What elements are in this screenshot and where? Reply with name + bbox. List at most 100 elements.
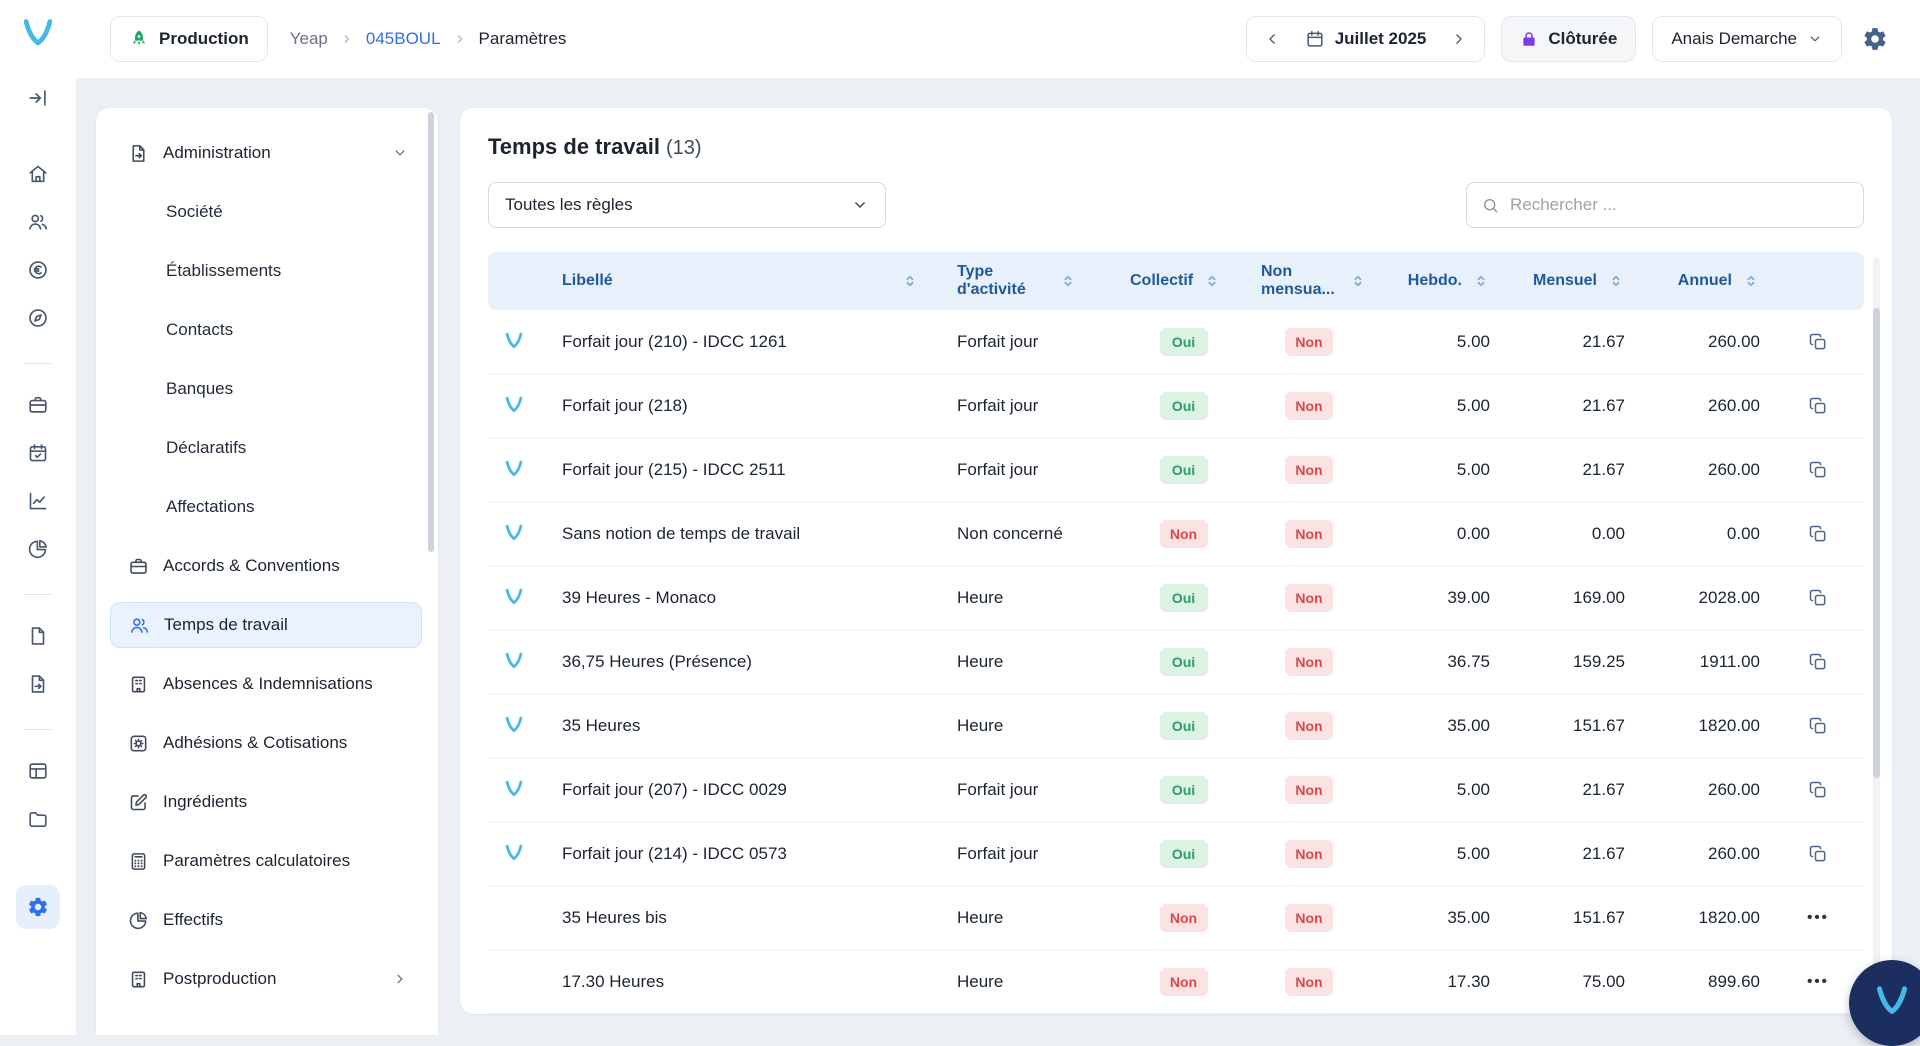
- rail-item-calendar-check-icon[interactable]: [16, 431, 60, 475]
- sidebar-item[interactable]: Postproduction: [110, 956, 422, 1002]
- row-collectif: Oui: [1116, 583, 1251, 612]
- rail-item-users-icon[interactable]: [16, 200, 60, 244]
- table-row[interactable]: Forfait jour (215) - IDCC 2511 Forfait jo…: [488, 438, 1864, 502]
- copy-button[interactable]: [1802, 518, 1834, 550]
- column-header-annuel[interactable]: Annuel: [1637, 272, 1772, 290]
- status-badge[interactable]: Clôturée: [1501, 16, 1637, 62]
- rail-item-compass-icon[interactable]: [16, 296, 60, 340]
- row-annuel: 260.00: [1708, 779, 1760, 799]
- row-type: Heure: [957, 587, 1004, 607]
- previous-period-button[interactable]: [1259, 26, 1285, 52]
- rail-item-pie-chart-icon[interactable]: [16, 527, 60, 571]
- sort-icon[interactable]: [901, 272, 919, 290]
- table-row[interactable]: 35 Heures bis Heure Non Non 35.00 151.67 1820.…: [488, 886, 1864, 950]
- rules-filter-select[interactable]: Toutes les règles: [488, 182, 886, 228]
- sidebar-subitem[interactable]: Banques: [110, 366, 422, 412]
- copy-button[interactable]: [1802, 454, 1834, 486]
- sidebar-item-label: Paramètres calculatoires: [163, 851, 351, 870]
- main-panel: Temps de travail(13) Toutes les règles L…: [460, 108, 1892, 1014]
- copy-button[interactable]: [1802, 838, 1834, 870]
- next-period-button[interactable]: [1446, 26, 1472, 52]
- rail-item-settings-icon[interactable]: [16, 885, 60, 929]
- search-input[interactable]: [1510, 195, 1849, 215]
- copy-button[interactable]: [1802, 582, 1834, 614]
- rail-item-document-icon[interactable]: [16, 614, 60, 658]
- more-actions-button[interactable]: •••: [1801, 967, 1835, 996]
- sidebar-item[interactable]: Effectifs: [110, 897, 422, 943]
- sidebar-item[interactable]: Adhésions & Cotisations: [110, 720, 422, 766]
- more-actions-button[interactable]: •••: [1801, 903, 1835, 932]
- breadcrumb-client[interactable]: 045BOUL: [366, 29, 441, 49]
- period-display[interactable]: Juillet 2025: [1299, 29, 1433, 49]
- rail-item-briefcase-icon[interactable]: [16, 383, 60, 427]
- table-row[interactable]: 36,75 Heures (Présence) Heure Oui Non 36.75 1…: [488, 630, 1864, 694]
- copy-button[interactable]: [1802, 646, 1834, 678]
- badge-oui: Oui: [1159, 455, 1208, 484]
- rail-item-home-icon[interactable]: [16, 152, 60, 196]
- rail-item-document-export-icon[interactable]: [16, 662, 60, 706]
- rail-item-chart-line-icon[interactable]: [16, 479, 60, 523]
- chevron-right-icon: [340, 32, 354, 46]
- column-header-libelle[interactable]: Libellé: [488, 272, 945, 290]
- gear-box-icon: [128, 733, 149, 754]
- sort-icon[interactable]: [1059, 272, 1077, 290]
- copy-button[interactable]: [1802, 326, 1834, 358]
- table-row[interactable]: Forfait jour (207) - IDCC 0029 Forfait jo…: [488, 758, 1864, 822]
- sidebar-item[interactable]: Accords & Conventions: [110, 543, 422, 589]
- breadcrumb-root[interactable]: Yeap: [290, 29, 328, 49]
- table-row[interactable]: Sans notion de temps de travail Non conce…: [488, 502, 1864, 566]
- column-header-non-mensualise[interactable]: Non mensua...: [1251, 263, 1367, 300]
- rail-item-euro-circle-icon[interactable]: [16, 248, 60, 292]
- sidebar-scrollbar[interactable]: [428, 112, 434, 552]
- copy-button[interactable]: [1802, 710, 1834, 742]
- sort-icon[interactable]: [1742, 272, 1760, 290]
- column-header-hebdo[interactable]: Hebdo.: [1367, 272, 1502, 290]
- table-scrollbar[interactable]: [1873, 308, 1880, 778]
- table-row[interactable]: 17.30 Heures Heure Non Non 17.30 75.00 899.60 •…: [488, 950, 1864, 1014]
- row-mensuel: 151.67: [1573, 907, 1625, 927]
- content-area: Administration Société Établissements Conta…: [76, 78, 1920, 1035]
- sidebar-subitem[interactable]: Établissements: [110, 248, 422, 294]
- row-annuel: 2028.00: [1698, 587, 1760, 607]
- brand-logo[interactable]: [19, 16, 57, 54]
- rail-item-table-icon[interactable]: [16, 749, 60, 793]
- column-header-type[interactable]: Type d'activité: [945, 263, 1116, 300]
- copy-button[interactable]: [1802, 774, 1834, 806]
- rail-item-folder-icon[interactable]: [16, 797, 60, 841]
- search-box: [1466, 182, 1864, 228]
- table-controls: Toutes les règles: [488, 182, 1864, 228]
- table-row[interactable]: 35 Heures Heure Oui Non 35.00 151.67 1820.00: [488, 694, 1864, 758]
- sidebar-subitem[interactable]: Contacts: [110, 307, 422, 353]
- column-header-collectif[interactable]: Collectif: [1116, 272, 1251, 290]
- row-hebdo: 5.00: [1456, 331, 1490, 351]
- copy-button[interactable]: [1802, 390, 1834, 422]
- badge-non: Non: [1285, 327, 1333, 356]
- row-hebdo: 35.00: [1447, 715, 1490, 735]
- table-row[interactable]: Forfait jour (214) - IDCC 0573 Forfait jo…: [488, 822, 1864, 886]
- sidebar-item[interactable]: Absences & Indemnisations: [110, 661, 422, 707]
- table-row[interactable]: 39 Heures - Monaco Heure Oui Non 39.00 169.00…: [488, 566, 1864, 630]
- rail-divider: [24, 363, 52, 364]
- column-header-mensuel[interactable]: Mensuel: [1502, 272, 1637, 290]
- table-row[interactable]: Forfait jour (210) - IDCC 1261 Forfait jo…: [488, 310, 1864, 374]
- sidebar-item[interactable]: Ingrédients: [110, 779, 422, 825]
- sidebar-item[interactable]: Administration: [110, 130, 422, 176]
- sidebar-item[interactable]: Temps de travail: [110, 602, 422, 648]
- settings-icon[interactable]: [1858, 22, 1892, 56]
- topbar-right: Juillet 2025 Clôturée Anais Demarche: [1245, 16, 1892, 62]
- user-menu[interactable]: Anais Demarche: [1652, 16, 1842, 62]
- sort-icon[interactable]: [1203, 272, 1221, 290]
- sort-icon[interactable]: [1607, 272, 1625, 290]
- badge-non: Non: [1285, 519, 1333, 548]
- rail-item-enter-icon[interactable]: [16, 76, 60, 120]
- sidebar-subitem[interactable]: Déclaratifs: [110, 425, 422, 471]
- table-row[interactable]: Forfait jour (218) Forfait jour Oui Non 5.00…: [488, 374, 1864, 438]
- environment-badge[interactable]: Production: [110, 16, 268, 62]
- sort-icon[interactable]: [1472, 272, 1490, 290]
- sort-icon[interactable]: [1349, 272, 1367, 290]
- sidebar-subitem[interactable]: Société: [110, 189, 422, 235]
- sidebar-item[interactable]: Paramètres calculatoires: [110, 838, 422, 884]
- sidebar-item-label: Adhésions & Cotisations: [163, 733, 348, 752]
- row-hebdo: 36.75: [1447, 651, 1490, 671]
- sidebar-subitem[interactable]: Affectations: [110, 484, 422, 530]
